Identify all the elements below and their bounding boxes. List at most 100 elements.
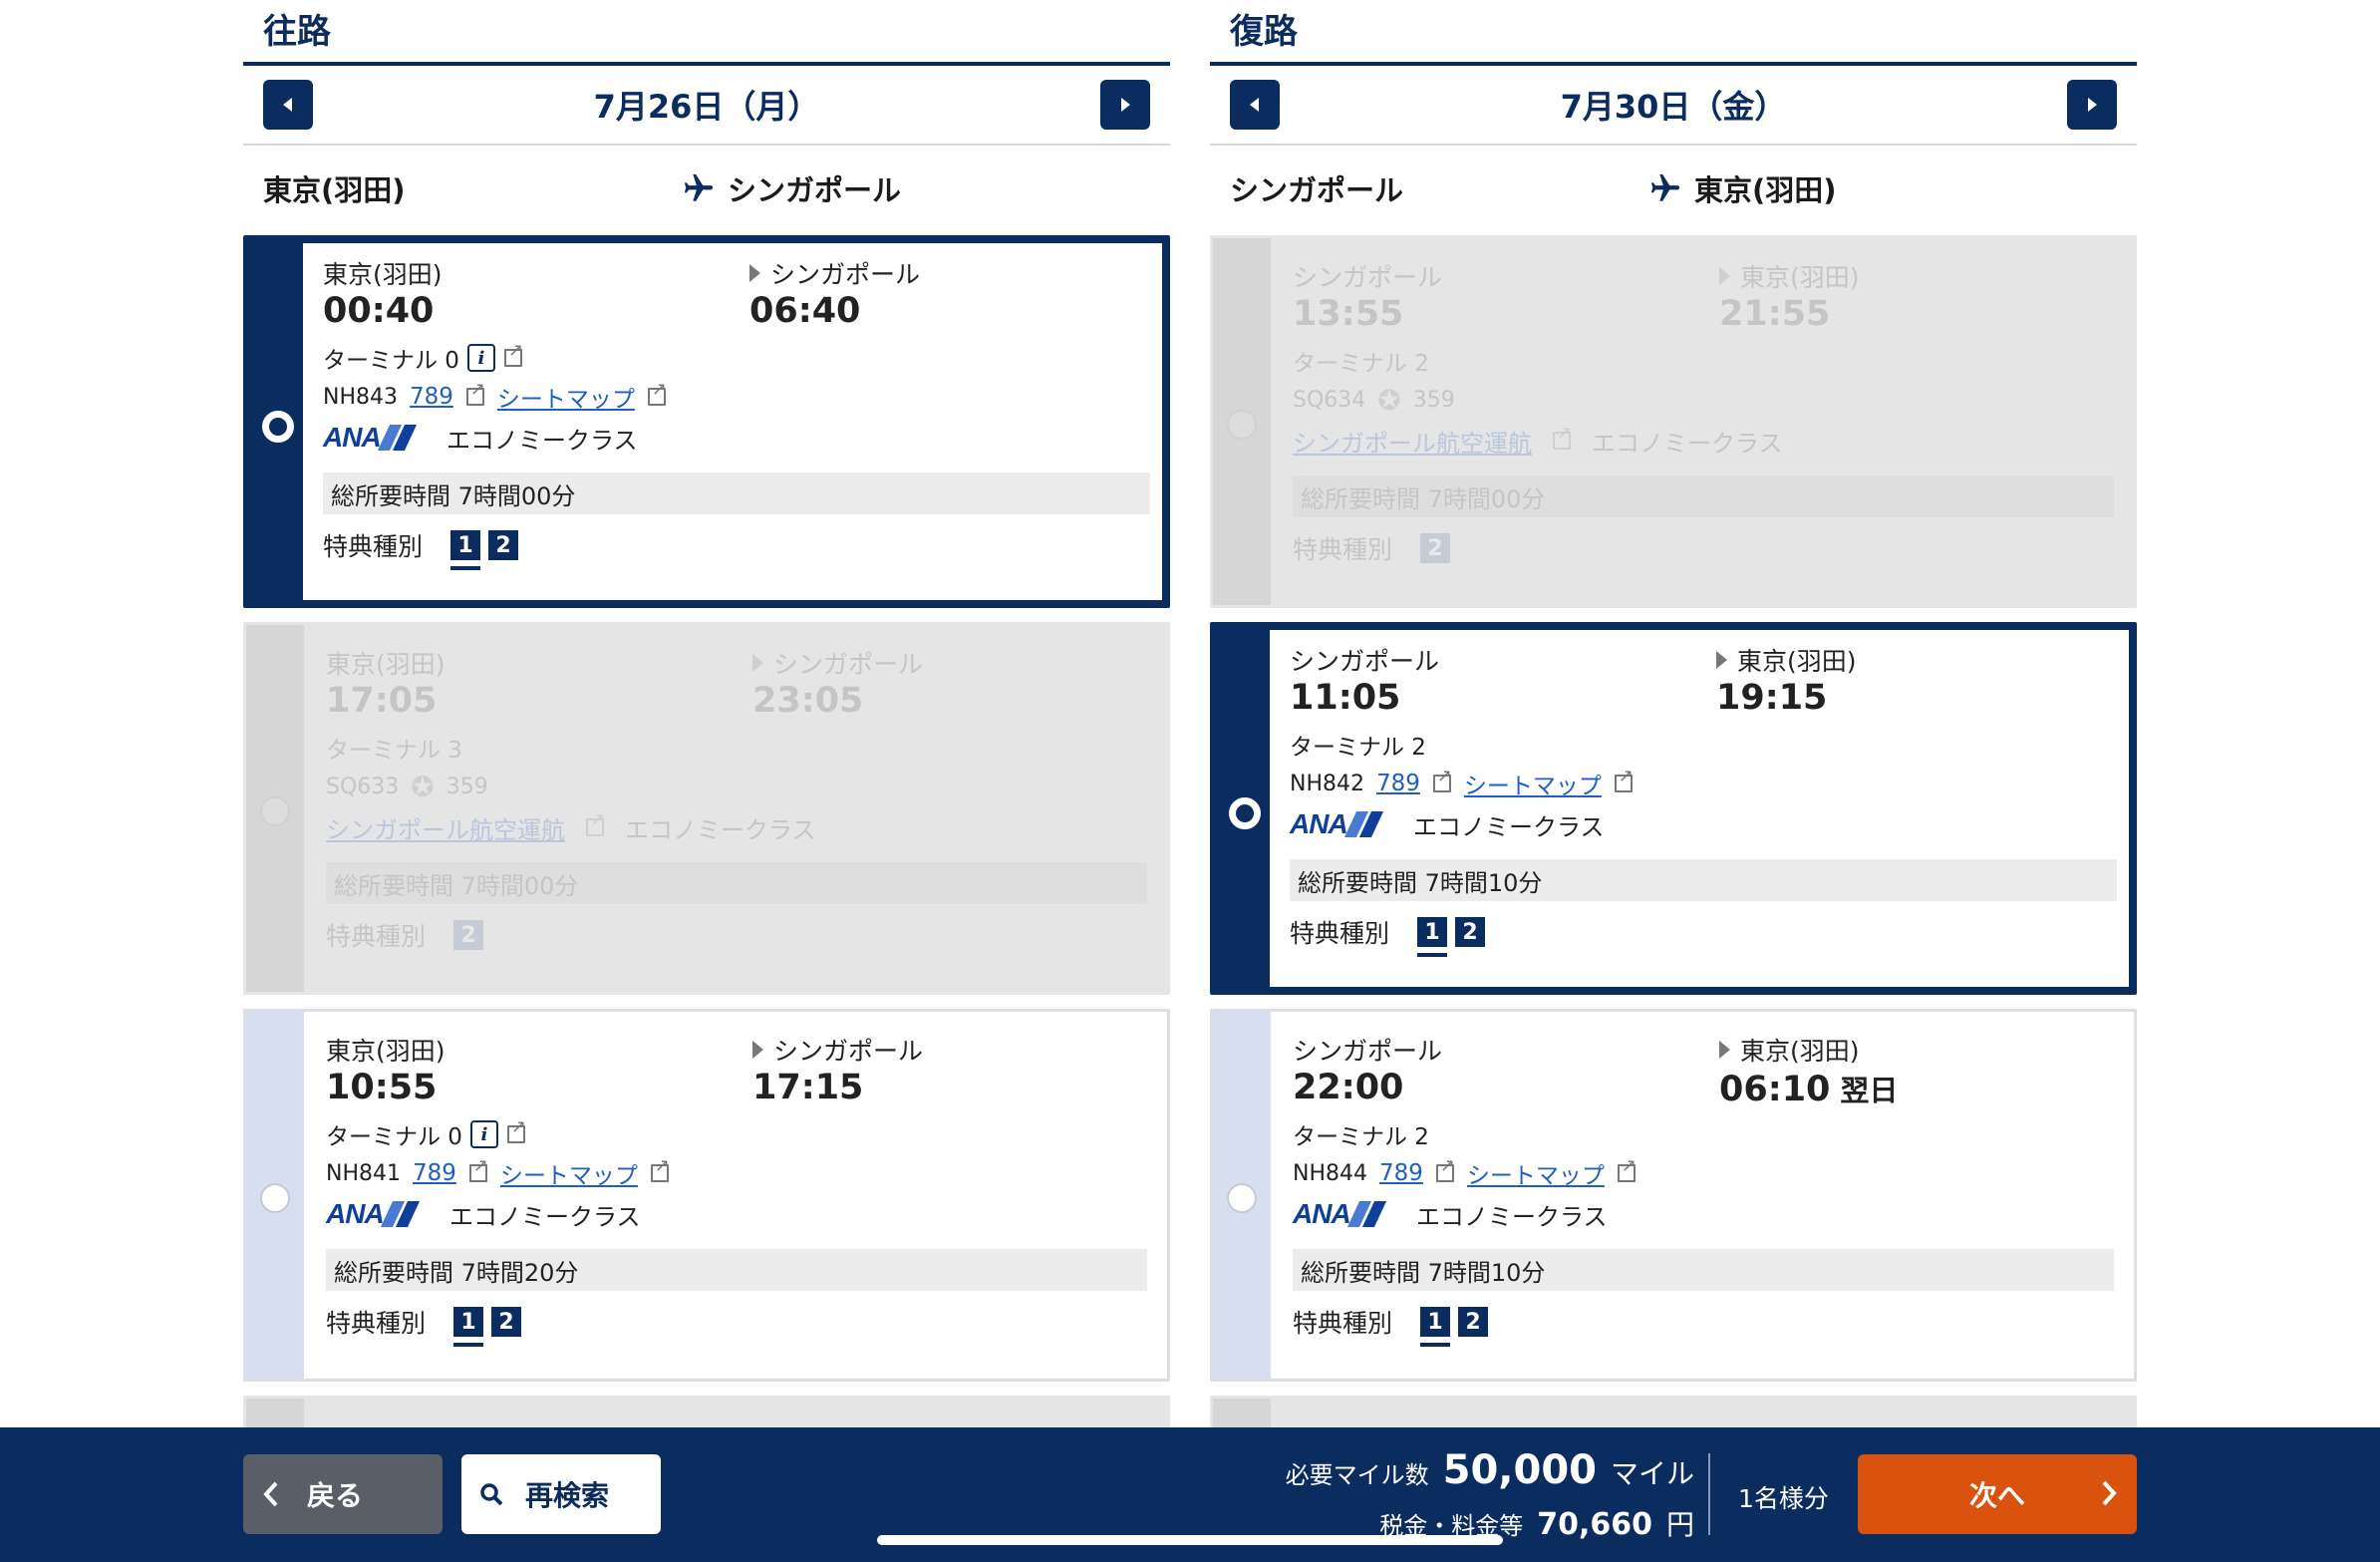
back-label: 戻る	[307, 1479, 364, 1512]
aircraft-link[interactable]: 789	[1376, 771, 1420, 796]
flight-number: NH843	[323, 384, 398, 410]
flight-card: シンガポール 東京(羽田) 13:55 21:55 ターミナル 2 SQ634 ✪ 35…	[1210, 235, 2137, 608]
outbound-date: 7月26日（月）	[593, 88, 820, 126]
flight-card[interactable]: 東京(羽田) シンガポール 00:40 06:40 ターミナル 0 i NH843 78…	[243, 235, 1170, 608]
arrival-city: シンガポール	[773, 650, 924, 679]
flight-card[interactable]: 東京(羽田) シンガポール 10:55 17:15 ターミナル 0 i NH841 78…	[243, 1009, 1170, 1382]
award-type-label: 特典種別	[326, 1309, 427, 1338]
arrow-right-icon	[1719, 267, 1730, 285]
award-type-label: 特典種別	[323, 532, 424, 561]
divider	[1708, 1453, 1710, 1535]
external-link-icon	[1435, 1155, 1455, 1183]
aircraft-link[interactable]: 789	[410, 384, 453, 410]
prev-day-button[interactable]	[1230, 80, 1280, 130]
external-link-icon	[1614, 766, 1634, 793]
total-duration: 総所要時間 7時間00分	[323, 472, 1150, 514]
radio-unselected[interactable]	[1227, 1183, 1257, 1213]
info-icon[interactable]: i	[466, 344, 495, 372]
arrival-city: 東京(羽田)	[1740, 263, 1860, 292]
ana-logo: ANA	[1293, 1198, 1396, 1229]
award-type-1[interactable]: 1	[450, 530, 481, 570]
return-title: 復路	[1230, 12, 1298, 52]
arrival-city: シンガポール	[773, 1037, 924, 1066]
next-day-button[interactable]	[2067, 80, 2117, 130]
caret-left-icon	[283, 98, 292, 112]
miles-unit: マイル	[1610, 1457, 1694, 1490]
radio-selected[interactable]	[1229, 797, 1261, 829]
external-link-icon	[585, 809, 605, 837]
flight-card[interactable]: シンガポール 東京(羽田) 22:00 06:10 翌日 ターミナル 2 NH844 7…	[1210, 1009, 2137, 1382]
award-type-2[interactable]: 2	[1455, 917, 1486, 947]
external-link-icon	[506, 1116, 526, 1144]
departure-city: 東京(羽田)	[323, 260, 443, 289]
terminal: ターミナル 2	[1293, 1124, 1429, 1150]
return-date-bar: 7月30日（金）	[1210, 62, 2137, 146]
radio-unselected[interactable]	[260, 1183, 290, 1213]
radio-selected[interactable]	[262, 411, 294, 443]
aircraft-code: 359	[1412, 387, 1455, 413]
required-miles-label: 必要マイル数	[1285, 1461, 1429, 1489]
route-destination: 東京(羽田)	[1648, 167, 1837, 209]
outbound-date-bar: 7月26日（月）	[243, 62, 1170, 146]
seat-map-link[interactable]: シートマップ	[497, 380, 635, 414]
next-button[interactable]: 次へ	[1858, 1454, 2137, 1534]
award-type-2[interactable]: 2	[491, 1307, 522, 1337]
chevron-right-icon	[2102, 1480, 2117, 1506]
aircraft-link[interactable]: 789	[1379, 1160, 1423, 1186]
external-link-icon	[468, 1155, 488, 1183]
search-icon	[480, 1483, 503, 1506]
research-button[interactable]: 再検索	[461, 1454, 661, 1534]
return-route: シンガポール 東京(羽田)	[1210, 146, 2137, 233]
aircraft-link[interactable]: 789	[413, 1160, 456, 1186]
info-icon[interactable]: i	[469, 1120, 498, 1148]
arrival-time: 23:05	[752, 681, 864, 721]
cabin-class: エコノミークラス	[446, 426, 638, 455]
seat-map-link[interactable]: シートマップ	[1464, 767, 1602, 800]
aircraft-code: 359	[446, 774, 488, 799]
star-alliance-icon: ✪	[411, 770, 435, 803]
flight-card: 東京(羽田) シンガポール 17:05 23:05 ターミナル 3 SQ633 ✪ 35…	[243, 622, 1170, 995]
award-type-2[interactable]: 2	[488, 530, 519, 560]
seat-map-link[interactable]: シートマップ	[500, 1156, 638, 1190]
flight-number: NH842	[1290, 771, 1364, 796]
airplane-icon	[684, 173, 714, 201]
total-duration: 総所要時間 7時間10分	[1293, 1249, 2114, 1291]
prev-day-button[interactable]	[263, 80, 313, 130]
departure-time: 00:40	[323, 291, 435, 331]
passenger-count: 1名様分	[1738, 1484, 1829, 1513]
yen-unit: 円	[1665, 1508, 1694, 1541]
external-link-icon	[465, 379, 485, 407]
seat-map-link[interactable]: シートマップ	[1467, 1156, 1605, 1190]
ana-logo: ANA	[1290, 808, 1393, 839]
award-type-1[interactable]: 1	[1420, 1307, 1451, 1347]
next-day-note: 翌日	[1840, 1074, 1899, 1107]
radio-disabled	[260, 796, 290, 826]
departure-city: 東京(羽田)	[326, 650, 446, 679]
award-type-1[interactable]: 1	[453, 1307, 484, 1347]
operated-by-link: シンガポール航空運航	[1293, 429, 1532, 458]
research-label: 再検索	[525, 1479, 610, 1512]
external-link-icon	[647, 379, 667, 407]
arrival-time: 19:15	[1716, 678, 1828, 718]
external-link-icon	[1432, 766, 1452, 793]
flight-card[interactable]: シンガポール 東京(羽田) 11:05 19:15 ターミナル 2 NH842 789…	[1210, 622, 2137, 995]
caret-left-icon	[1250, 98, 1259, 112]
arrow-right-icon	[1719, 1041, 1730, 1059]
back-button[interactable]: 戻る	[243, 1454, 443, 1534]
home-indicator	[877, 1535, 1503, 1545]
terminal: ターミナル 0	[326, 1124, 462, 1150]
arrival-time: 06:40	[749, 291, 861, 331]
next-day-button[interactable]	[1100, 80, 1150, 130]
departure-city: シンガポール	[1293, 263, 1443, 292]
caret-right-icon	[1121, 98, 1130, 112]
return-date: 7月30日（金）	[1560, 88, 1787, 126]
total-duration: 総所要時間 7時間10分	[1290, 859, 2117, 901]
tax-value: 70,660	[1537, 1507, 1652, 1542]
award-type-label: 特典種別	[326, 922, 427, 951]
cabin-class: エコノミークラス	[1592, 429, 1783, 458]
ana-logo: ANA	[326, 1198, 430, 1229]
award-type-1[interactable]: 1	[1417, 917, 1448, 957]
flight-number: SQ634	[1293, 387, 1366, 413]
award-type-2[interactable]: 2	[1458, 1307, 1489, 1337]
departure-time: 22:00	[1293, 1068, 1404, 1107]
